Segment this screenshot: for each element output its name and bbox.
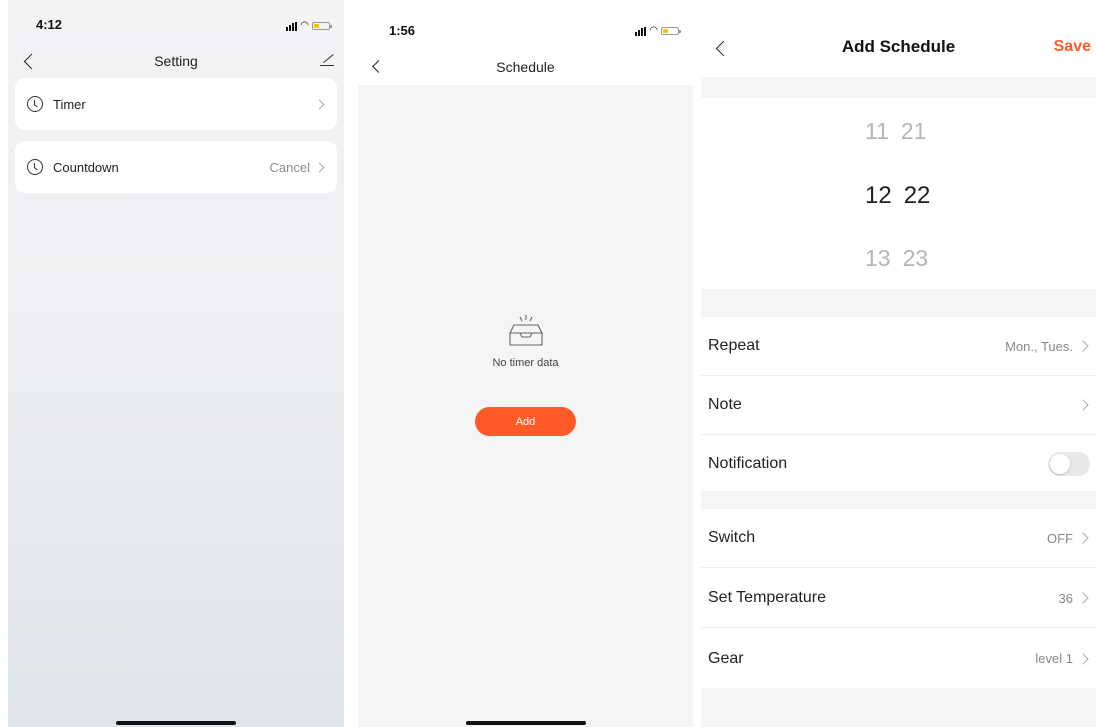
setting-screen: 4:12 ◠ Setting Timer Countdown Cancel xyxy=(8,0,344,727)
chevron-right-icon xyxy=(1077,340,1089,352)
set-temperature-row[interactable]: Set Temperature 36 xyxy=(701,569,1096,628)
gear-label: Gear xyxy=(708,649,744,667)
timer-label: Timer xyxy=(53,96,86,112)
wifi-icon: ◠ xyxy=(300,20,309,31)
notification-toggle[interactable] xyxy=(1048,451,1090,476)
set-temperature-value: 36 xyxy=(1058,590,1073,606)
signal-icon xyxy=(286,21,298,31)
note-row[interactable]: Note xyxy=(701,376,1096,435)
home-indicator xyxy=(465,721,586,725)
wifi-icon: ◠ xyxy=(649,25,658,36)
section-divider xyxy=(701,289,1096,317)
chevron-right-icon xyxy=(1077,399,1089,411)
countdown-item[interactable]: Countdown Cancel xyxy=(15,141,337,193)
countdown-value[interactable]: Cancel xyxy=(270,160,310,175)
picker-hour: 12 xyxy=(865,182,892,209)
section-divider xyxy=(701,491,1096,509)
chevron-right-icon xyxy=(1077,532,1089,544)
switch-row[interactable]: Switch OFF xyxy=(701,509,1096,568)
gear-value: level 1 xyxy=(1035,651,1073,666)
picker-minute: 22 xyxy=(903,182,931,209)
home-indicator xyxy=(116,721,236,725)
battery-icon xyxy=(661,27,681,35)
countdown-icon xyxy=(27,159,43,175)
empty-tray-icon xyxy=(509,315,543,346)
picker-minute: 23 xyxy=(902,245,929,271)
repeat-row[interactable]: Repeat Mon., Tues. xyxy=(701,317,1096,376)
chevron-right-icon xyxy=(1077,652,1089,665)
chevron-right-icon xyxy=(1077,592,1089,604)
gear-row[interactable]: Gear level 1 xyxy=(701,629,1096,688)
add-schedule-screen: Add Schedule Save 11 21 12 22 13 23 Repe… xyxy=(701,0,1096,727)
set-temperature-label: Set Temperature xyxy=(708,589,826,606)
edit-icon[interactable] xyxy=(320,52,334,66)
footer-space xyxy=(701,688,1096,727)
battery-icon xyxy=(312,22,332,30)
section-divider xyxy=(701,77,1096,98)
add-button[interactable]: Add xyxy=(475,407,576,436)
status-icons: ◠ xyxy=(635,25,681,36)
notification-row: Notification xyxy=(701,434,1096,493)
page-title: Schedule xyxy=(496,59,555,75)
switch-value: OFF xyxy=(1047,530,1073,546)
clock-icon xyxy=(27,96,43,112)
picker-minute: 21 xyxy=(900,118,927,144)
empty-state-text: No timer data xyxy=(492,357,559,369)
picker-row-selected[interactable]: 12 22 xyxy=(865,182,965,210)
status-time: 4:12 xyxy=(36,17,63,32)
page-title: Setting xyxy=(154,53,198,69)
schedule-screen: 1:56 ◠ Schedule No timer data Add xyxy=(358,0,693,727)
status-time: 1:56 xyxy=(389,23,416,38)
page-title: Add Schedule xyxy=(841,37,956,56)
save-button[interactable]: Save xyxy=(1054,38,1091,56)
countdown-label: Countdown xyxy=(53,159,119,175)
picker-hour: 11 xyxy=(865,118,889,144)
chevron-right-icon xyxy=(314,162,325,172)
signal-icon xyxy=(635,26,647,36)
repeat-value: Mon., Tues. xyxy=(1005,338,1073,354)
picker-row-above[interactable]: 11 21 xyxy=(865,118,965,145)
status-icons: ◠ xyxy=(286,20,332,31)
picker-row-below[interactable]: 13 23 xyxy=(865,245,965,272)
switch-label: Switch xyxy=(708,529,756,546)
picker-hour: 13 xyxy=(865,245,891,271)
notification-label: Notification xyxy=(708,454,788,472)
repeat-label: Repeat xyxy=(708,337,760,354)
timer-item[interactable]: Timer xyxy=(15,78,337,130)
note-label: Note xyxy=(708,396,742,413)
chevron-right-icon xyxy=(314,99,325,109)
